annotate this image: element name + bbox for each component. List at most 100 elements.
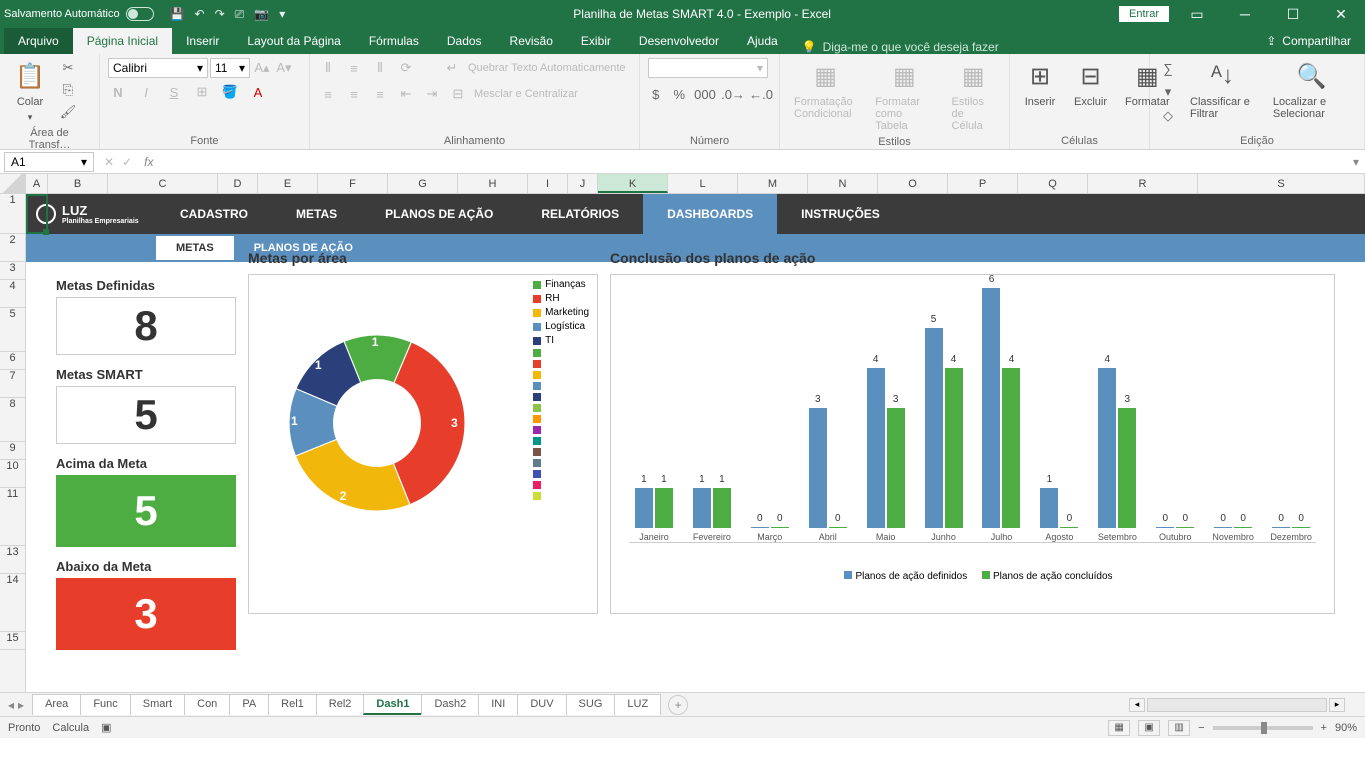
row-header[interactable]: 1 (0, 194, 25, 234)
align-center-icon[interactable]: ≡ (344, 84, 364, 104)
copy-icon[interactable]: ⎘ (58, 80, 78, 100)
col-header[interactable]: D (218, 174, 258, 193)
name-box[interactable]: A1▾ (4, 152, 94, 172)
select-all-corner[interactable] (0, 174, 26, 193)
sheet-nav-last-icon[interactable]: ▸ (18, 698, 24, 712)
sheet-tab[interactable]: Area (32, 694, 81, 715)
nav-planos[interactable]: PLANOS DE AÇÃO (361, 194, 517, 234)
tab-formulas[interactable]: Fórmulas (355, 28, 433, 54)
sheet-tab[interactable]: Smart (130, 694, 185, 715)
percent-icon[interactable]: % (672, 84, 688, 104)
sheet-tab[interactable]: SUG (566, 694, 616, 715)
align-bottom-icon[interactable]: ⫴ (370, 58, 390, 78)
nav-relatorios[interactable]: RELATÓRIOS (517, 194, 643, 234)
sheet-tab[interactable]: INI (478, 694, 518, 715)
touch-mode-icon[interactable]: ⎚ (235, 7, 245, 22)
cut-icon[interactable]: ✂ (58, 58, 78, 78)
underline-icon[interactable]: S (164, 82, 184, 102)
qat-dropdown-icon[interactable]: ▾ (279, 7, 285, 22)
subtab-metas[interactable]: METAS (156, 236, 234, 260)
currency-icon[interactable]: $ (648, 84, 664, 104)
tab-help[interactable]: Ajuda (733, 28, 792, 54)
camera-icon[interactable]: 📷 (254, 7, 269, 22)
redo-icon[interactable]: ↷ (215, 7, 225, 22)
align-right-icon[interactable]: ≡ (370, 84, 390, 104)
increase-decimal-icon[interactable]: .0→ (723, 84, 743, 104)
minimize-icon[interactable]: ─ (1225, 0, 1265, 28)
sheet-tab[interactable]: Con (184, 694, 230, 715)
sheet-tab[interactable]: Rel2 (316, 694, 365, 715)
row-header[interactable]: 14 (0, 574, 25, 632)
comma-icon[interactable]: 000 (695, 84, 715, 104)
sheet-tab[interactable]: DUV (517, 694, 566, 715)
close-icon[interactable]: ✕ (1321, 0, 1361, 28)
merge-center-button[interactable]: Mesclar e Centralizar (474, 88, 578, 100)
decrease-font-icon[interactable]: A▾ (274, 58, 294, 78)
col-header[interactable]: B (48, 174, 108, 193)
col-header[interactable]: N (808, 174, 878, 193)
tab-home[interactable]: Página Inicial (73, 28, 172, 54)
col-header[interactable]: L (668, 174, 738, 193)
zoom-slider[interactable] (1213, 726, 1313, 730)
italic-icon[interactable]: I (136, 82, 156, 102)
zoom-level[interactable]: 90% (1335, 722, 1357, 734)
col-header[interactable]: I (528, 174, 568, 193)
share-button[interactable]: ⇪ Compartilhar (1252, 28, 1365, 54)
format-table-button[interactable]: ▦Formatar como Tabela (869, 58, 939, 134)
cancel-formula-icon[interactable]: ✕ (104, 155, 114, 169)
undo-icon[interactable]: ↶ (195, 7, 205, 22)
col-header[interactable]: O (878, 174, 948, 193)
align-top-icon[interactable]: ⫴ (318, 58, 338, 78)
row-header[interactable]: 13 (0, 546, 25, 574)
row-header[interactable]: 9 (0, 442, 25, 460)
col-header[interactable]: P (948, 174, 1018, 193)
nav-cadastro[interactable]: CADASTRO (156, 194, 272, 234)
col-header[interactable]: M (738, 174, 808, 193)
view-page-layout-icon[interactable]: ▣ (1138, 720, 1160, 736)
view-normal-icon[interactable]: ▦ (1108, 720, 1130, 736)
fill-icon[interactable]: ▾ (1158, 82, 1178, 102)
cell-styles-button[interactable]: ▦Estilos de Célula (946, 58, 1001, 134)
align-left-icon[interactable]: ≡ (318, 84, 338, 104)
font-size-select[interactable]: 11▾ (210, 58, 250, 78)
tab-file[interactable]: Arquivo (4, 28, 73, 54)
border-icon[interactable]: ⊞ (192, 82, 212, 102)
sheet-tab[interactable]: Func (80, 694, 130, 715)
zoom-out-icon[interactable]: − (1198, 722, 1204, 734)
col-header[interactable]: E (258, 174, 318, 193)
nav-instrucoes[interactable]: INSTRUÇÕES (777, 194, 904, 234)
macro-record-icon[interactable]: ▣ (101, 721, 111, 734)
row-header[interactable]: 3 (0, 262, 25, 280)
col-header[interactable]: F (318, 174, 388, 193)
tab-data[interactable]: Dados (433, 28, 496, 54)
increase-font-icon[interactable]: A▴ (252, 58, 272, 78)
row-header[interactable]: 11 (0, 488, 25, 546)
tab-insert[interactable]: Inserir (172, 28, 233, 54)
tell-me-search[interactable]: 💡 Diga-me o que você deseja fazer (802, 40, 999, 54)
format-painter-icon[interactable]: 🖌 (58, 102, 78, 122)
find-select-button[interactable]: 🔍Localizar e Selecionar (1267, 58, 1356, 133)
font-color-icon[interactable]: A (248, 82, 268, 102)
col-header[interactable]: C (108, 174, 218, 193)
row-header[interactable]: 15 (0, 632, 25, 650)
horizontal-scrollbar[interactable]: ◂▸ (1129, 698, 1365, 712)
col-header[interactable]: G (388, 174, 458, 193)
col-header[interactable]: Q (1018, 174, 1088, 193)
sheet-tab[interactable]: Dash1 (363, 694, 422, 715)
row-header[interactable]: 2 (0, 234, 25, 262)
expand-formula-icon[interactable]: ▾ (1353, 155, 1359, 169)
sort-filter-button[interactable]: ᴬ↓Classificar e Filtrar (1184, 58, 1261, 133)
sheet-tab[interactable]: Rel1 (268, 694, 317, 715)
col-header[interactable]: H (458, 174, 528, 193)
fill-color-icon[interactable]: 🪣 (220, 82, 240, 102)
col-header[interactable]: J (568, 174, 598, 193)
tab-view[interactable]: Exibir (567, 28, 625, 54)
tab-developer[interactable]: Desenvolvedor (625, 28, 733, 54)
conditional-formatting-button[interactable]: ▦Formatação Condicional (788, 58, 863, 134)
decrease-indent-icon[interactable]: ⇤ (396, 84, 416, 104)
number-format-select[interactable]: ▾ (648, 58, 768, 78)
row-header[interactable]: 6 (0, 352, 25, 370)
autosum-icon[interactable]: ∑ (1158, 58, 1178, 78)
tab-layout[interactable]: Layout da Página (233, 28, 354, 54)
col-header[interactable]: S (1198, 174, 1365, 193)
